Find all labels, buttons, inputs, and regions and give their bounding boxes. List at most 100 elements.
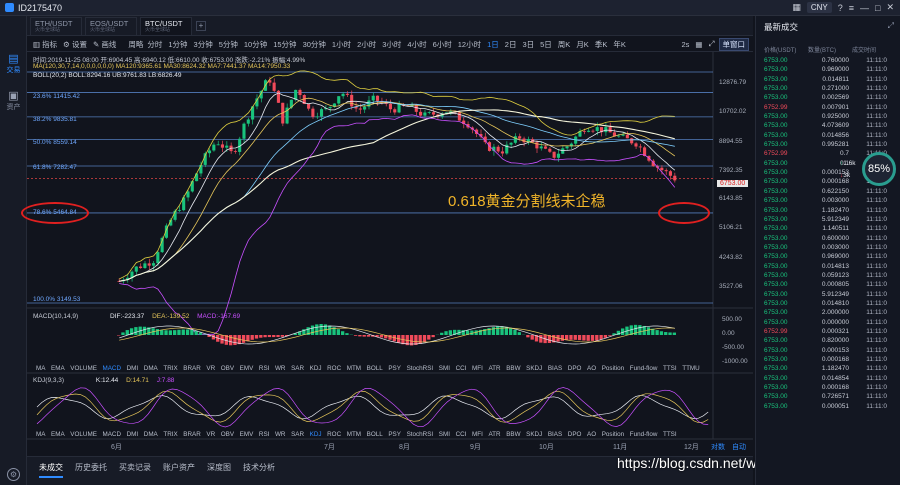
indicator-tab[interactable]: VR — [206, 431, 215, 438]
indicator-tab[interactable]: DMI — [127, 431, 139, 438]
indicator-tab[interactable]: MFI — [472, 431, 483, 438]
indicator-tab[interactable]: ATR — [488, 365, 500, 372]
performance-gauge[interactable]: 85% — [862, 152, 896, 186]
indicator-tab[interactable]: DPO — [568, 365, 582, 372]
indicator-tab[interactable]: Fund-flow — [630, 365, 658, 372]
indicator-tab[interactable]: EMV — [240, 365, 254, 372]
indicator-tab[interactable]: WR — [275, 365, 286, 372]
indicator-tab[interactable]: PSY — [388, 365, 401, 372]
timeframe-option[interactable]: 6小时 — [433, 39, 452, 50]
indicator-tab[interactable]: MA — [36, 365, 45, 372]
indicator-tab[interactable]: BBW — [506, 431, 520, 438]
indicator-tab[interactable]: TTSI — [663, 431, 677, 438]
tab-account-assets[interactable]: 账户资产 — [163, 462, 195, 473]
currency-select[interactable]: CNY — [806, 2, 832, 13]
indicator-tab[interactable]: SKDJ — [526, 365, 542, 372]
indicator-tab[interactable]: MACD — [102, 431, 121, 438]
timeframe-option[interactable]: 季K — [595, 39, 608, 50]
indicator-tab[interactable]: MFI — [472, 365, 483, 372]
timeframe-option[interactable]: 3分钟 — [194, 39, 213, 50]
indicator-tab[interactable]: WR — [275, 431, 286, 438]
indicator-tab[interactable]: BRAR — [183, 431, 201, 438]
indicator-tab[interactable]: EMV — [240, 431, 254, 438]
maximize-icon[interactable]: □ — [875, 3, 880, 13]
indicator-tab[interactable]: AO — [587, 365, 596, 372]
indicator-tab[interactable]: BOLL — [367, 365, 383, 372]
indicator-tab[interactable]: MTM — [347, 431, 361, 438]
indicator-tab[interactable]: BOLL — [367, 431, 383, 438]
timeframe-option[interactable]: 15分钟 — [273, 39, 296, 50]
indicator-tab[interactable]: StochRSI — [407, 431, 434, 438]
timeframe-option[interactable]: 2小时 — [357, 39, 376, 50]
indicator-tab[interactable]: ROC — [327, 431, 341, 438]
expand-icon[interactable]: ⤢ — [888, 21, 894, 31]
indicator-button[interactable]: ▥ 指标 — [33, 39, 57, 50]
timeframe-option[interactable]: 周K — [558, 39, 571, 50]
chart-area[interactable]: 时间:2019-11-25 08:00 开:6904.45 高:6940.12 … — [21, 52, 753, 452]
minimize-icon[interactable]: — — [860, 3, 869, 13]
log-scale-button[interactable]: 对数 — [711, 442, 725, 452]
timeframe-option[interactable]: 1小时 — [332, 39, 351, 50]
timeframe-option[interactable]: 月K — [576, 39, 589, 50]
indicator-tab[interactable]: DPO — [568, 431, 582, 438]
tab-eth-usdt[interactable]: ETH/USDT 火币全球站 — [30, 17, 82, 35]
timeframe-option[interactable]: 2日 — [505, 39, 517, 50]
indicator-tab[interactable]: TTSI — [663, 365, 677, 372]
indicator-tab[interactable]: BIAS — [548, 365, 562, 372]
indicator-tab[interactable]: AO — [587, 431, 596, 438]
indicator-tab[interactable]: VOLUME — [70, 365, 97, 372]
timeframe-option[interactable]: 5日 — [540, 39, 552, 50]
timeframe-option[interactable]: 10分钟 — [244, 39, 267, 50]
indicator-tab[interactable]: EMA — [51, 365, 65, 372]
close-icon[interactable]: ✕ — [886, 2, 894, 13]
sidebar-item-assets[interactable]: ▣ 资产 — [0, 89, 27, 112]
layout-icon[interactable]: ▦ — [695, 40, 702, 49]
candlestick-chart[interactable] — [27, 52, 753, 452]
indicator-tab[interactable]: StochRSI — [407, 365, 434, 372]
indicator-tab[interactable]: SAR — [291, 365, 304, 372]
indicator-tab[interactable]: MTM — [347, 365, 361, 372]
indicator-tab[interactable]: VOLUME — [70, 431, 97, 438]
indicator-tab[interactable]: MACD — [102, 365, 121, 372]
indicator-tab[interactable]: BIAS — [548, 431, 562, 438]
draw-button[interactable]: ✎ 画线 — [93, 39, 116, 50]
tab-technical-analysis[interactable]: 技术分析 — [243, 462, 275, 473]
indicator-tab[interactable]: PSY — [388, 431, 401, 438]
timeframe-option[interactable]: 30分钟 — [303, 39, 326, 50]
indicator-tab[interactable]: EMA — [51, 431, 65, 438]
indicator-tab[interactable]: TRIX — [163, 365, 177, 372]
tab-open-orders[interactable]: 未成交 — [39, 462, 63, 478]
help-icon[interactable]: ? — [838, 3, 843, 13]
timeframe-option[interactable]: 3日 — [522, 39, 534, 50]
timeframe-option[interactable]: 1分钟 — [168, 39, 187, 50]
auto-scale-button[interactable]: 自动 — [732, 442, 746, 452]
indicator-tab[interactable]: OBV — [221, 365, 234, 372]
indicator-tab[interactable]: SMI — [439, 365, 450, 372]
indicator-tab[interactable]: SMI — [439, 431, 450, 438]
sidebar-item-trade[interactable]: ▤ 交易 — [0, 52, 27, 75]
indicator-tab[interactable]: CCI — [456, 365, 467, 372]
period-button[interactable]: 周略 — [128, 39, 143, 50]
indicator-tab[interactable]: ROC — [327, 365, 341, 372]
grid-icon[interactable]: ▦ — [792, 2, 801, 13]
indicator-tab[interactable]: RSI — [259, 365, 270, 372]
indicator-tab[interactable]: RSI — [259, 431, 270, 438]
indicator-tab[interactable]: DMA — [144, 365, 158, 372]
settings-icon[interactable]: ⚙ — [7, 468, 20, 481]
indicator-tab[interactable]: ATR — [488, 431, 500, 438]
indicator-tab[interactable]: BBW — [506, 365, 520, 372]
indicator-tab[interactable]: KDJ — [310, 365, 322, 372]
indicator-tab[interactable]: Fund-flow — [630, 431, 658, 438]
window-mode-select[interactable]: 单窗口 — [718, 37, 749, 51]
indicator-tab[interactable]: TTMU — [682, 365, 700, 372]
tab-trade-records[interactable]: 买卖记录 — [119, 462, 151, 473]
timeframe-option[interactable]: 5分钟 — [219, 39, 238, 50]
menu-icon[interactable]: ≡ — [849, 3, 854, 13]
tab-order-history[interactable]: 历史委托 — [75, 462, 107, 473]
indicator-tab[interactable]: SAR — [291, 431, 304, 438]
timeframe-option[interactable]: 分时 — [147, 39, 162, 50]
indicator-tab[interactable]: MA — [36, 431, 45, 438]
indicator-tab[interactable]: CCI — [456, 431, 467, 438]
indicator-tab[interactable]: OBV — [221, 431, 234, 438]
timeframe-option[interactable]: 12小时 — [458, 39, 481, 50]
